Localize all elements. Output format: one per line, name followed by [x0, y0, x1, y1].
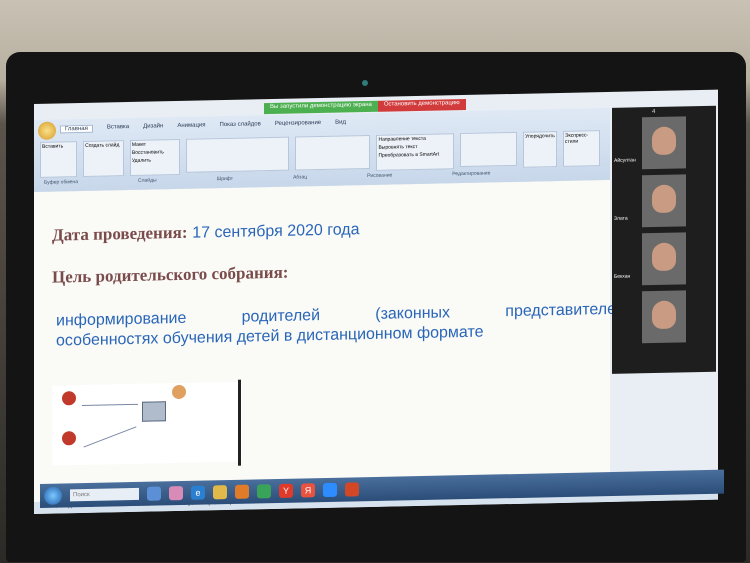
- group-font: Шрифт: [216, 175, 234, 183]
- text-commands: Направление текста Выровнять текст Преоб…: [376, 133, 454, 171]
- goal-line: Цель родительского собрания:: [52, 263, 288, 288]
- participant-name: Айсултан: [614, 157, 636, 164]
- date-line: Дата проведения: 17 сентября 2020 года: [52, 219, 360, 245]
- group-editing: Редактирование: [452, 170, 491, 178]
- group-clipboard: Буфер обмена: [44, 179, 78, 186]
- font-group[interactable]: [185, 136, 289, 173]
- layout-button[interactable]: Макет: [132, 141, 178, 148]
- computer-icon: [142, 401, 166, 422]
- participant-video[interactable]: [642, 232, 686, 286]
- arrow-icon: [82, 403, 138, 406]
- office-button[interactable]: [38, 121, 56, 140]
- tab-animation[interactable]: Анимация: [177, 122, 205, 131]
- tab-insert[interactable]: Вставка: [107, 124, 129, 132]
- goal-label: Цель родительского собрания:: [52, 262, 289, 287]
- media-icon[interactable]: [235, 484, 249, 499]
- search-input[interactable]: Поиск: [70, 487, 139, 502]
- tab-slideshow[interactable]: Показ слайдов: [220, 121, 261, 130]
- explorer-icon[interactable]: [147, 486, 161, 501]
- yandex-icon[interactable]: Y: [279, 483, 293, 498]
- create-slide-button[interactable]: Создать слайд: [83, 140, 124, 177]
- slide-divider: [238, 379, 241, 466]
- tab-review[interactable]: Рецензирование: [275, 120, 321, 129]
- arrange-button[interactable]: Упорядочить: [523, 131, 557, 168]
- start-button[interactable]: [44, 486, 62, 505]
- participant-face: [652, 242, 676, 272]
- paragraph-word: родителей: [241, 307, 320, 326]
- paragraph-word: информирование: [56, 309, 187, 330]
- ribbon-tabs: Главная Вставка Дизайн Анимация Показ сл…: [60, 119, 346, 134]
- participant-name: Бекхан: [614, 273, 631, 280]
- paragraph-word: представителе: [505, 300, 616, 321]
- screen: Вы запустили демонстрацию экрана Останов…: [34, 89, 718, 514]
- participant-face: [652, 126, 676, 156]
- distance-learning-illustration: [52, 381, 242, 466]
- delete-button[interactable]: Удалить: [132, 157, 178, 164]
- ribbon: Главная Вставка Дизайн Анимация Показ сл…: [34, 107, 610, 193]
- slide-canvas[interactable]: Дата проведения: 17 сентября 2020 года Ц…: [34, 179, 616, 503]
- shapes-gallery[interactable]: [459, 131, 518, 168]
- participant-video[interactable]: [642, 290, 686, 344]
- reset-button[interactable]: Восстановить: [132, 149, 178, 156]
- group-slides: Слайды: [137, 177, 157, 184]
- chrome-icon[interactable]: [257, 484, 271, 499]
- arrow-icon: [83, 426, 137, 448]
- participant-video[interactable]: [642, 174, 686, 228]
- group-drawing: Рисование: [367, 172, 393, 180]
- participant-count: 4: [652, 108, 656, 116]
- paste-button[interactable]: Вставить: [40, 141, 78, 178]
- zoom-icon[interactable]: [323, 482, 337, 498]
- stop-share-button[interactable]: Остановить демонстрацию: [377, 98, 466, 112]
- group-paragraph: Абзац: [293, 174, 308, 181]
- align-text-button[interactable]: Выровнять текст: [378, 143, 452, 151]
- powerpoint-icon[interactable]: [345, 482, 359, 497]
- student-icon: [62, 431, 76, 446]
- yandex-browser-icon[interactable]: Я: [301, 483, 315, 498]
- participants-panel: 4 Айсултан Злата Бекхан: [612, 105, 716, 374]
- participant-video[interactable]: [642, 116, 686, 170]
- ie-icon[interactable]: e: [191, 485, 205, 500]
- text-direction-button[interactable]: Направление текста: [378, 135, 452, 143]
- paragraph-group[interactable]: [294, 134, 371, 171]
- quick-styles-button[interactable]: Экспресс-стили: [562, 130, 600, 167]
- participant-face: [652, 300, 676, 330]
- webcam: [362, 80, 368, 86]
- folder-icon[interactable]: [213, 485, 227, 500]
- participant-name: Злата: [614, 215, 628, 222]
- student-icon: [62, 391, 76, 406]
- files-icon[interactable]: [169, 486, 183, 501]
- teacher-icon: [172, 384, 186, 400]
- participant-face: [652, 184, 676, 214]
- slide-commands: Макет Восстановить Удалить: [129, 138, 180, 176]
- smartart-button[interactable]: Преобразовать в SmartArt: [378, 151, 452, 159]
- date-value: 17 сентября 2020 года: [192, 221, 360, 242]
- tab-design[interactable]: Дизайн: [143, 123, 163, 131]
- tab-view[interactable]: Вид: [335, 119, 346, 127]
- tab-home[interactable]: Главная: [60, 124, 93, 134]
- paragraph-word: (законных: [375, 304, 451, 323]
- date-label: Дата проведения:: [52, 222, 188, 245]
- goal-paragraph: информирование родителей (законных предс…: [56, 300, 616, 352]
